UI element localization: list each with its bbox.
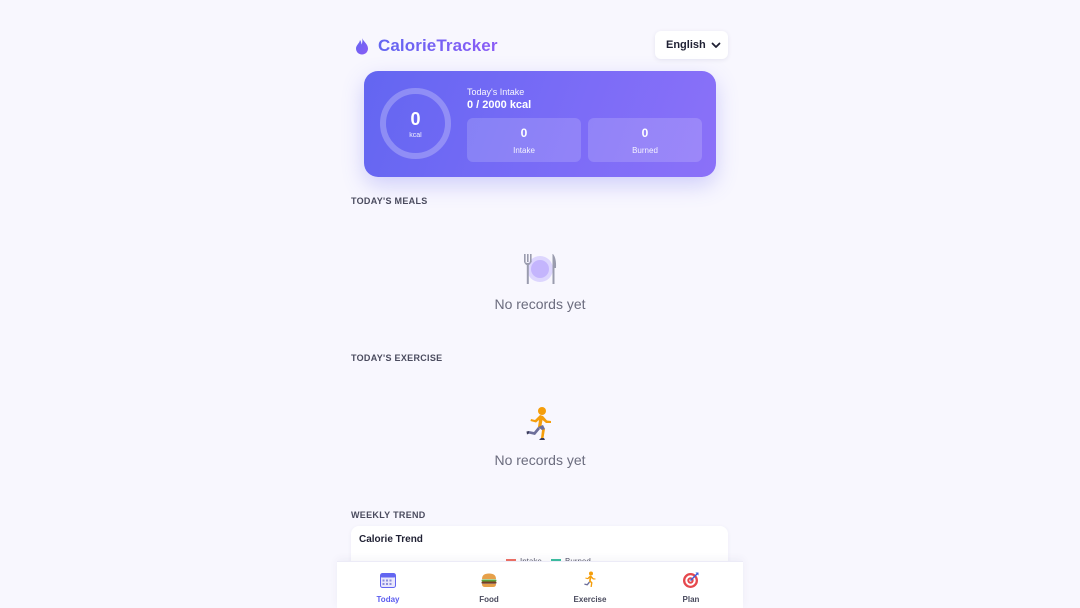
intake-title: Today's Intake <box>467 87 525 97</box>
weekly-trend-card: Calorie Trend Intake Burned <box>351 526 728 566</box>
nav-label-today: Today <box>376 595 400 604</box>
language-select[interactable]: English <box>655 31 728 59</box>
meals-empty-text: No records yet <box>494 296 586 312</box>
nav-item-today[interactable]: Today <box>348 571 428 607</box>
exercise-section-title: TODAY'S EXERCISE <box>351 353 443 363</box>
burger-icon <box>481 573 497 587</box>
flame-drop-icon <box>356 38 368 55</box>
burned-stat-label: Burned <box>632 145 658 155</box>
intake-stat: 0 Intake <box>467 118 581 162</box>
meals-empty-state: No records yet <box>337 250 743 312</box>
meals-section-title: TODAY'S MEALS <box>351 196 428 206</box>
intake-value: 0 / 2000 kcal <box>467 99 532 111</box>
trend-chart-title: Calorie Trend <box>359 534 423 545</box>
ring-unit: kcal <box>409 132 422 139</box>
nav-label-exercise: Exercise <box>573 595 607 604</box>
exercise-empty-state: No records yet <box>337 406 743 468</box>
burned-stat: 0 Burned <box>588 118 702 162</box>
daily-summary-card: 0 kcal Today's Intake 0 / 2000 kcal 0 In… <box>364 71 716 177</box>
app-title: CalorieTracker <box>378 36 498 55</box>
target-icon <box>683 572 699 588</box>
app-logo: CalorieTracker <box>355 36 498 56</box>
app: CalorieTracker English 0 kcal Today's In… <box>337 0 743 608</box>
ring-value: 0 <box>410 109 421 129</box>
running-person-icon <box>584 571 596 587</box>
chevron-down-icon <box>711 42 721 48</box>
exercise-empty-text: No records yet <box>494 452 586 468</box>
calorie-ring: 0 kcal <box>380 88 451 159</box>
weekly-section-title: WEEKLY TREND <box>351 510 426 520</box>
burned-stat-value: 0 <box>641 125 649 140</box>
plate-fork-knife-icon <box>524 254 557 284</box>
nav-item-exercise[interactable]: Exercise <box>550 571 630 607</box>
nav-label-food: Food <box>479 595 499 604</box>
nav-item-food[interactable]: Food <box>449 571 529 607</box>
language-selected-value: English <box>666 39 706 51</box>
nav-label-plan: Plan <box>682 595 700 604</box>
header: CalorieTracker English <box>337 30 743 62</box>
running-person-icon <box>526 407 551 440</box>
intake-stat-value: 0 <box>520 125 528 140</box>
bottom-nav: Today Food Exercise Plan <box>337 561 743 608</box>
calendar-icon <box>380 573 396 588</box>
nav-item-plan[interactable]: Plan <box>651 571 731 607</box>
intake-stat-label: Intake <box>513 145 535 155</box>
